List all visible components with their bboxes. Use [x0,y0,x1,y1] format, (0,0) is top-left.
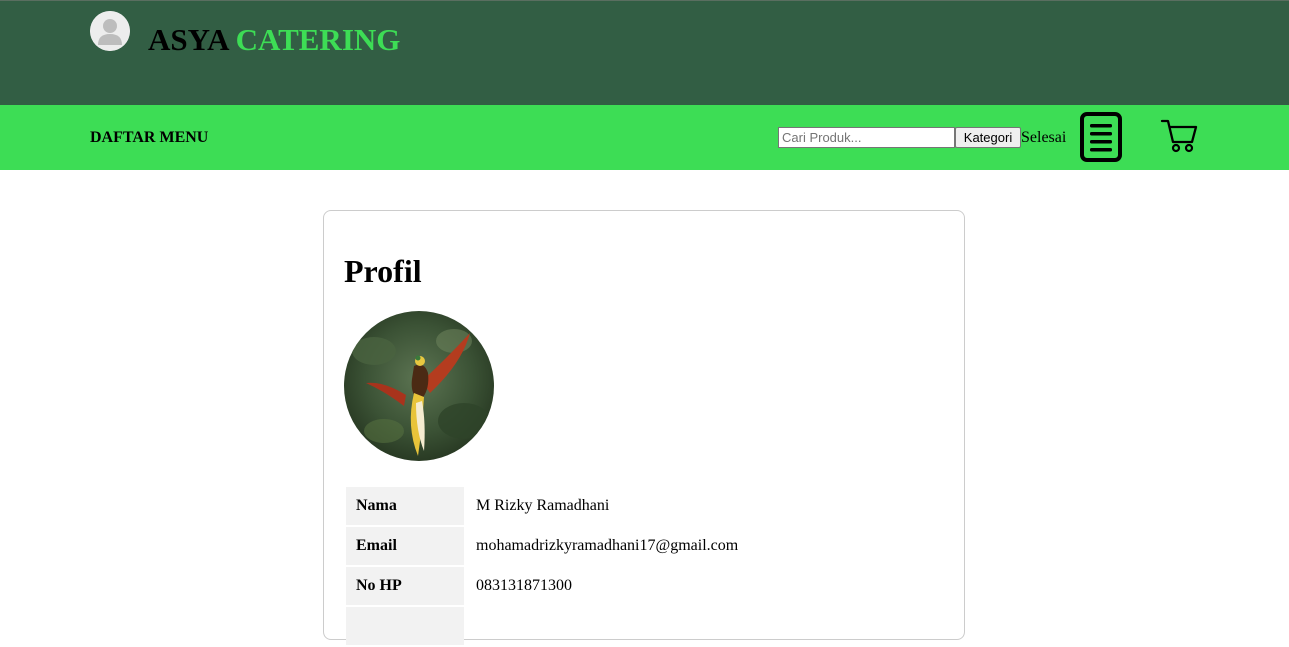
shopping-cart-icon[interactable] [1160,118,1198,159]
next-row-value [466,607,738,645]
profile-card: Profil Nama M Rizky Ramadhani Email moha… [323,210,965,645]
brand-title: ASYA CATERING [148,22,400,58]
email-label: Email [346,527,464,565]
table-row [346,607,738,645]
brand-name-first: ASYA [148,22,228,57]
email-value: mohamadrizkyramadhani17@gmail.com [476,537,739,554]
table-row: No HP 083131871300 [346,567,738,605]
name-value: M Rizky Ramadhani [476,497,610,514]
top-header: ASYA CATERING [0,0,1289,105]
navigation-bar: DAFTAR MENU Kategori Selesai [0,105,1289,170]
user-avatar-icon[interactable] [90,11,130,51]
table-row: Email mohamadrizkyramadhani17@gmail.com [346,527,738,565]
profile-photo [344,311,494,461]
brand-name-second: CATERING [235,22,401,57]
name-label: Nama [346,487,464,525]
page-title: Profil [344,253,422,289]
phone-label: No HP [346,567,464,605]
order-list-icon[interactable] [1079,111,1123,168]
table-row: Nama M Rizky Ramadhani [346,487,738,525]
search-input[interactable] [778,127,955,148]
daftar-menu-link[interactable]: DAFTAR MENU [90,128,208,148]
next-row-label [346,607,464,645]
phone-value: 083131871300 [476,577,572,594]
profile-info-table: Nama M Rizky Ramadhani Email mohamadrizk… [344,485,740,647]
kategori-button[interactable]: Kategori [955,127,1021,148]
selesai-link[interactable]: Selesai [1021,129,1066,147]
